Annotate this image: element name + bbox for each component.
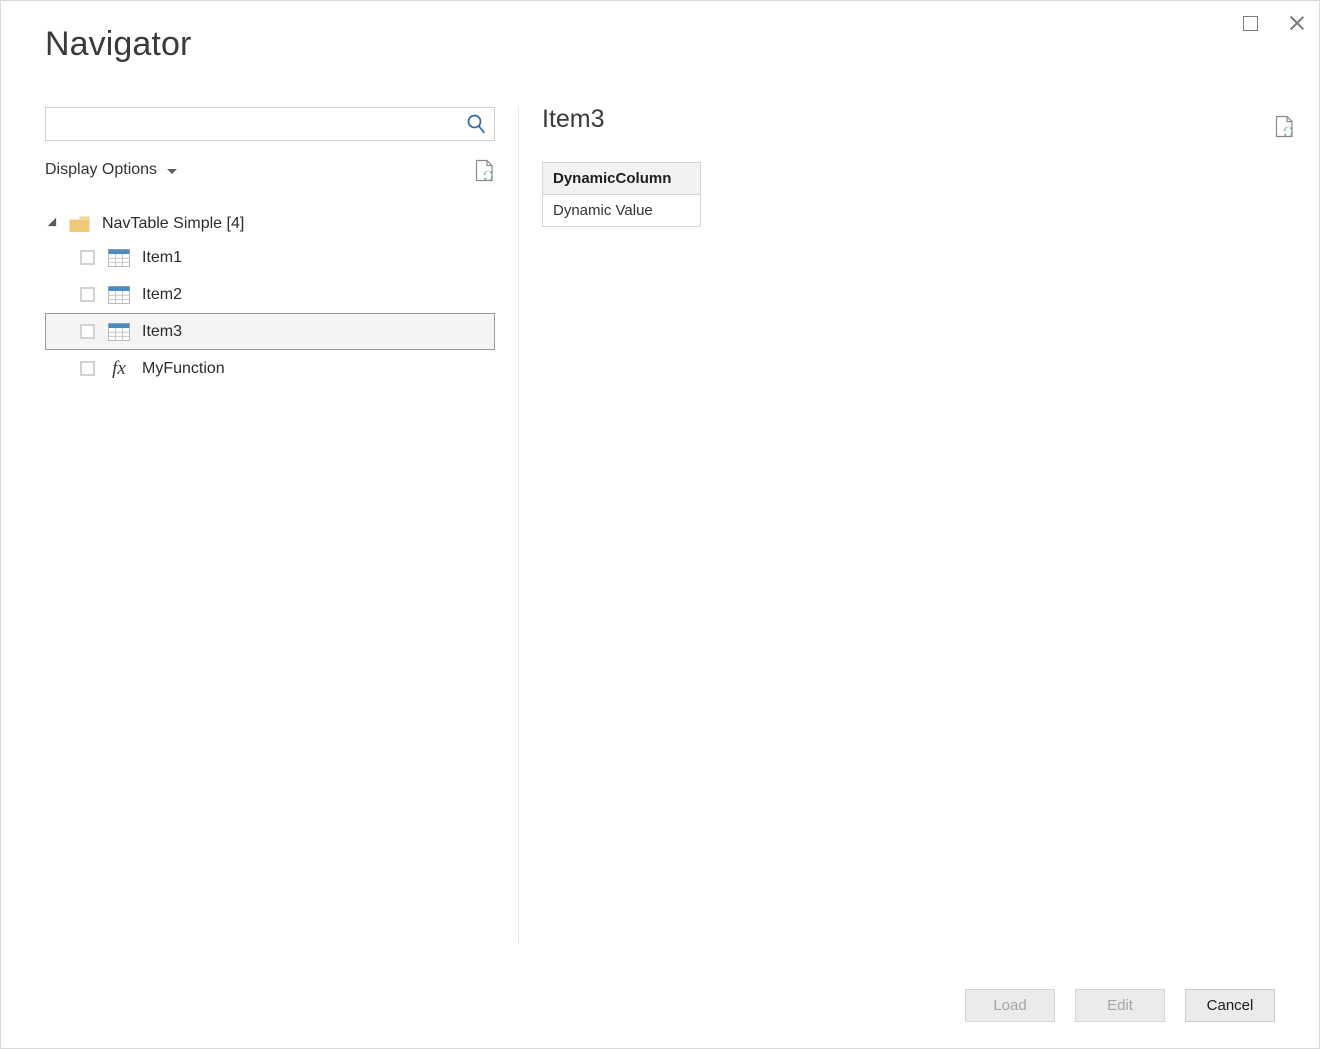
search-box[interactable] (45, 107, 495, 141)
tree-item-label: Item3 (142, 322, 183, 340)
tree-item-label: Item1 (142, 248, 183, 266)
table-cell: Dynamic Value (542, 194, 701, 227)
refresh-document-icon[interactable] (473, 159, 497, 185)
tree-item-item2[interactable]: Item2 (45, 276, 495, 313)
column-header-dynamiccolumn[interactable]: DynamicColumn (542, 162, 701, 195)
window-controls (1227, 1, 1319, 45)
preview-title: Item3 (542, 105, 605, 133)
chevron-down-icon (167, 169, 178, 174)
checkbox-item1[interactable] (80, 250, 95, 265)
tree-item-label: MyFunction (142, 359, 225, 377)
navigator-dialog: Navigator Display Options NavTable Simpl… (0, 0, 1320, 1049)
maximize-icon (1242, 15, 1258, 31)
preview-pane: Item3 DynamicColumn Dynamic Value (542, 105, 1293, 227)
display-options-dropdown[interactable]: Display Options (45, 161, 178, 179)
table-icon (108, 285, 130, 304)
table-row: Dynamic Value (542, 194, 701, 227)
edit-button[interactable]: Edit (1075, 989, 1165, 1022)
display-options-label: Display Options (45, 161, 158, 178)
cancel-button[interactable]: Cancel (1185, 989, 1275, 1022)
folder-icon (69, 216, 90, 233)
close-icon (1287, 14, 1305, 32)
options-row: Display Options (45, 159, 495, 193)
page-title: Navigator (45, 25, 192, 63)
dialog-footer: Load Edit Cancel (1, 989, 1275, 1022)
load-button[interactable]: Load (965, 989, 1055, 1022)
triangle-expanded-icon[interactable] (45, 217, 63, 231)
tree-item-label: Item2 (142, 285, 183, 303)
tree-item-myfunction[interactable]: fx MyFunction (45, 350, 495, 387)
tree-root-navtable-simple[interactable]: NavTable Simple [4] (45, 209, 495, 239)
preview-header: Item3 (542, 105, 1293, 149)
table-icon (108, 248, 130, 267)
tree-root-label: NavTable Simple [4] (102, 215, 245, 232)
checkbox-item3[interactable] (80, 324, 95, 339)
table-header-row: DynamicColumn (542, 162, 701, 195)
navigation-tree: NavTable Simple [4] Item1 Item2 Item3 fx… (45, 209, 495, 387)
search-icon[interactable] (465, 113, 487, 135)
checkbox-item2[interactable] (80, 287, 95, 302)
close-button[interactable] (1273, 1, 1319, 45)
maximize-button[interactable] (1227, 1, 1273, 45)
tree-item-item1[interactable]: Item1 (45, 239, 495, 276)
tree-item-item3[interactable]: Item3 (45, 313, 495, 350)
search-input[interactable] (46, 108, 456, 140)
refresh-document-icon[interactable] (1273, 115, 1297, 141)
pane-divider (518, 107, 519, 943)
left-pane: Display Options NavTable Simple [4] Item… (45, 107, 495, 387)
preview-table: DynamicColumn Dynamic Value (542, 162, 701, 227)
function-icon: fx (112, 358, 126, 379)
checkbox-myfunction[interactable] (80, 361, 95, 376)
table-icon (108, 322, 130, 341)
